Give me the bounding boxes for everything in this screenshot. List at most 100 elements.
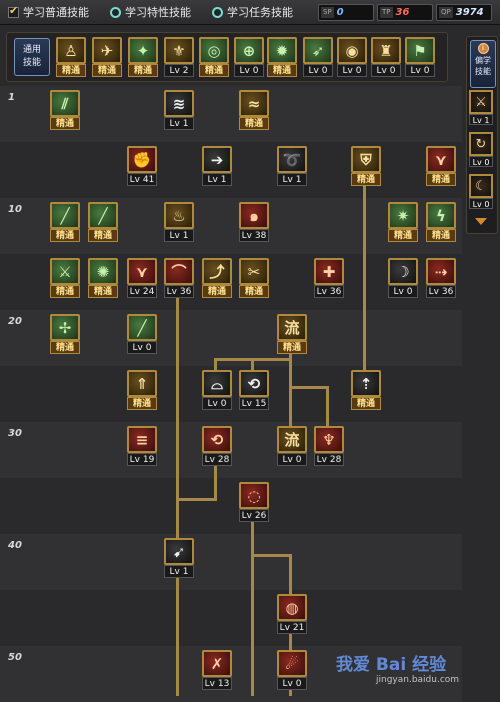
fist-icon[interactable]: ✊ (127, 146, 157, 173)
sword-up-icon[interactable]: ⇡ (351, 370, 381, 397)
rise-icon[interactable]: ⇑ (127, 370, 157, 397)
crescent-icon[interactable]: ☾ (469, 174, 493, 198)
blade-icon[interactable]: ╱ (50, 202, 80, 229)
eye-icon[interactable]: ◉ (337, 37, 367, 64)
skill-slot[interactable]: ✺ 精通 (88, 258, 118, 298)
flame-icon[interactable]: ♆ (314, 426, 344, 453)
thorn-icon[interactable]: ✢ (50, 314, 80, 341)
burst-icon[interactable]: ✷ (388, 202, 418, 229)
crest-icon[interactable]: ≡ (127, 426, 157, 453)
crosshair-icon[interactable]: ⊕ (234, 37, 264, 64)
skill-slot[interactable]: ✊ Lv 41 (127, 146, 157, 186)
skill-slot[interactable]: ✂ 精通 (239, 258, 269, 298)
skill-slot[interactable]: ✈ 精通 (92, 37, 122, 77)
skill-slot[interactable]: ☄ Lv 0 (277, 650, 307, 690)
skill-slot[interactable]: ♜ Lv 0 (371, 37, 401, 77)
skill-slot[interactable]: ⛨ 精通 (351, 146, 381, 186)
preferred-skills-button[interactable]: i 偏学技能 (470, 40, 496, 88)
common-skills-button[interactable]: 通用技能 (14, 38, 50, 76)
skill-slot[interactable]: ➶ Lv 0 (303, 37, 333, 77)
skill-slot[interactable]: ╱ 精通 (88, 202, 118, 242)
skill-slot[interactable]: ╱ Lv 0 (127, 314, 157, 354)
skill-slot[interactable]: ⋎ 精通 (426, 146, 456, 186)
skill-slot[interactable]: ⟲ Lv 28 (202, 426, 232, 466)
skill-slot[interactable]: ➰ Lv 1 (277, 146, 307, 186)
fang-icon[interactable]: ⋎ (426, 146, 456, 173)
wave-icon[interactable]: ≈ (239, 90, 269, 117)
burst-figure-icon[interactable]: ✹ (267, 37, 297, 64)
skill-slot[interactable]: ⚔ 精通 (50, 258, 80, 298)
skill-slot[interactable]: ⟲ Lv 15 (239, 370, 269, 410)
skill-slot[interactable]: ⇑ 精通 (127, 370, 157, 410)
spin-icon[interactable]: ⟲ (202, 426, 232, 453)
skill-slot[interactable]: ◍ Lv 21 (277, 594, 307, 634)
skill-slot[interactable]: ⋎ Lv 24 (127, 258, 157, 298)
spiral-icon[interactable]: ↻ (469, 132, 493, 156)
lightning-icon[interactable]: ϟ (426, 202, 456, 229)
skill-slot[interactable]: ⚑ Lv 0 (405, 37, 435, 77)
flag-icon[interactable]: ⚑ (405, 37, 435, 64)
strong-figure-icon[interactable]: ♜ (371, 37, 401, 64)
orb-icon[interactable]: ◍ (277, 594, 307, 621)
skill-slot[interactable]: ๑ Lv 38 (239, 202, 269, 242)
arc-icon[interactable]: ⌒ (164, 258, 194, 285)
strike-icon[interactable]: ✗ (202, 650, 232, 677)
skill-slot[interactable]: ≡ Lv 19 (127, 426, 157, 466)
skill-slot[interactable]: ◉ Lv 0 (337, 37, 367, 77)
shield-sword-icon[interactable]: ⛨ (351, 146, 381, 173)
side-skill-slot[interactable]: ↻ Lv 0 (469, 132, 493, 167)
skill-slot[interactable]: ✦ 精通 (128, 37, 158, 77)
skill-slot[interactable]: ≋ Lv 1 (164, 90, 194, 130)
skill-slot[interactable]: ⫽ 精通 (50, 90, 80, 130)
skill-slot[interactable]: ╱ 精通 (50, 202, 80, 242)
ring-icon[interactable]: ◌ (239, 482, 269, 509)
skill-slot[interactable]: ➹ Lv 1 (164, 538, 194, 578)
swoop-icon[interactable]: ➹ (164, 538, 194, 565)
star-burst-icon[interactable]: ✺ (88, 258, 118, 285)
skill-slot[interactable]: ✚ Lv 36 (314, 258, 344, 298)
skill-slot[interactable]: ≈ 精通 (239, 90, 269, 130)
sit-figure-icon[interactable]: ♙ (56, 37, 86, 64)
skill-slot[interactable]: ⇡ 精通 (351, 370, 381, 410)
sword-slash-icon[interactable]: ⚔ (469, 90, 493, 114)
skill-slot[interactable]: ⇢ Lv 36 (426, 258, 456, 298)
skill-slot[interactable]: ⌓ Lv 0 (202, 370, 232, 410)
skill-slot[interactable]: 流精通 (277, 314, 307, 354)
wings-icon[interactable]: ⚜ (164, 37, 194, 64)
claw-icon[interactable]: ≋ (164, 90, 194, 117)
skill-slot[interactable]: ϟ 精通 (426, 202, 456, 242)
whirl-icon[interactable]: ➰ (277, 146, 307, 173)
skill-slot[interactable]: ♆ Lv 28 (314, 426, 344, 466)
skill-slot[interactable]: ♙ 精通 (56, 37, 86, 77)
skill-slot[interactable]: 流 Lv 0 (277, 426, 307, 466)
skill-slot[interactable]: ✗ Lv 13 (202, 650, 232, 690)
skill-slot[interactable]: ◎ 精通 (199, 37, 229, 77)
slash-rain-icon[interactable]: ⫽ (50, 90, 80, 117)
spin-icon[interactable]: ⟲ (239, 370, 269, 397)
skill-slot[interactable]: ⤴ 精通 (202, 258, 232, 298)
dash-icon[interactable]: ⇢ (426, 258, 456, 285)
blade-icon[interactable]: ╱ (127, 314, 157, 341)
skill-slot[interactable]: ✢ 精通 (50, 314, 80, 354)
kick-figure-icon[interactable]: ✦ (128, 37, 158, 64)
tab-learn-trait[interactable]: 学习特性技能 (110, 4, 191, 20)
liu-glyph-icon[interactable]: 流 (277, 314, 307, 341)
fire-icon[interactable]: ☄ (277, 650, 307, 677)
skill-slot[interactable]: ⌒ Lv 36 (164, 258, 194, 298)
run-figure-icon[interactable]: ➶ (303, 37, 333, 64)
swirl-icon[interactable]: ๑ (239, 202, 269, 229)
arc-slash-icon[interactable]: ⌓ (202, 370, 232, 397)
skill-slot[interactable]: ◌ Lv 26 (239, 482, 269, 522)
leap-figure-icon[interactable]: ✈ (92, 37, 122, 64)
target-icon[interactable]: ◎ (199, 37, 229, 64)
tab-learn-quest[interactable]: 学习任务技能 (212, 4, 293, 20)
side-skill-slot[interactable]: ⚔ Lv 1 (469, 90, 493, 125)
skill-slot[interactable]: ☽ Lv 0 (388, 258, 418, 298)
blade-icon[interactable]: ╱ (88, 202, 118, 229)
scroll-down-icon[interactable] (475, 218, 487, 225)
flame-claw-icon[interactable]: ♨ (164, 202, 194, 229)
side-skill-slot[interactable]: ☾ Lv 0 (469, 174, 493, 209)
skill-slot[interactable]: ♨ Lv 1 (164, 202, 194, 242)
arrow-icon[interactable]: ➔ (202, 146, 232, 173)
moon-icon[interactable]: ☽ (388, 258, 418, 285)
